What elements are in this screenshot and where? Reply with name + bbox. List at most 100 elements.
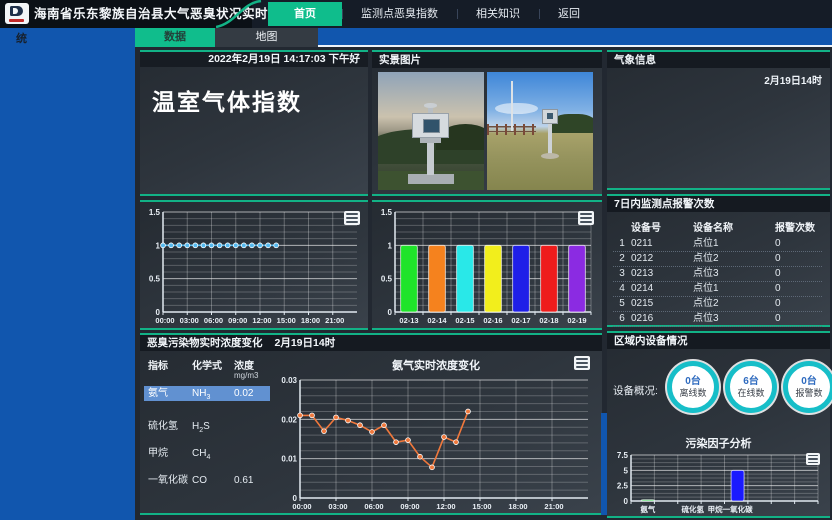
tab-row-underline — [318, 45, 832, 47]
device-no: 0215 — [631, 297, 693, 311]
menu-item-home[interactable]: 首页 — [268, 2, 342, 26]
monitor-screen — [547, 113, 553, 119]
device-no: 0212 — [631, 252, 693, 266]
svg-text:1: 1 — [388, 241, 393, 250]
row-index: 5 — [613, 297, 631, 311]
pollutant-value — [234, 419, 268, 434]
chart-menu-icon[interactable] — [574, 356, 590, 370]
table-row: 5 0215 点位2 0 — [613, 297, 822, 312]
svg-text:0.5: 0.5 — [149, 275, 161, 284]
svg-text:00:00: 00:00 — [292, 502, 311, 511]
row-index: 2 — [613, 252, 631, 266]
svg-text:18:00: 18:00 — [508, 502, 527, 511]
panel-gap-strip — [601, 413, 607, 515]
svg-text:03:00: 03:00 — [328, 502, 347, 511]
pollutant-row-h2s[interactable]: 硫化氢 H2S — [148, 419, 270, 434]
pollution-factor-chart: 02.557.5氨气硫化氢甲烷一氧化碳 — [611, 450, 824, 514]
chart-menu-icon[interactable] — [806, 453, 820, 465]
pollutant-name: 一氧化碳 — [148, 473, 192, 488]
svg-text:一氧化碳: 一氧化碳 — [723, 504, 753, 514]
monitor-pole — [548, 124, 552, 155]
svg-text:0.01: 0.01 — [281, 455, 297, 464]
weather-panel-title: 气象信息 — [607, 52, 830, 68]
pollutant-value: 0.02 — [234, 386, 268, 401]
svg-text:0: 0 — [388, 308, 393, 317]
pollution-factor-chart-title: 污染因子分析 — [607, 435, 830, 451]
alarm-count: 0 — [775, 267, 822, 281]
svg-text:21:00: 21:00 — [325, 316, 344, 325]
svg-text:21:00: 21:00 — [544, 502, 563, 511]
pollutant-value — [234, 446, 268, 461]
current-datetime: 2022年2月19日 14:17:03 下午好 — [140, 52, 368, 67]
device-name: 点位1 — [693, 237, 775, 251]
greenhouse-panel: 2022年2月19日 14:17:03 下午好 温室气体指数 — [140, 50, 368, 196]
alarm-count: 0 — [775, 282, 822, 296]
svg-text:02-14: 02-14 — [427, 316, 447, 325]
svg-text:1.5: 1.5 — [149, 208, 161, 217]
site-photo-dusk — [378, 72, 484, 190]
svg-text:1: 1 — [156, 241, 161, 250]
col-indicator: 指标 — [148, 357, 192, 380]
svg-text:02-19: 02-19 — [567, 316, 586, 325]
monitor-cabinet — [542, 109, 558, 124]
row-index: 1 — [613, 237, 631, 251]
pollutant-row-co[interactable]: 一氧化碳 CO 0.61 — [148, 473, 270, 488]
tab-data[interactable]: 数据 — [135, 28, 215, 47]
svg-text:氨气: 氨气 — [640, 504, 655, 514]
menu-item-odor-index[interactable]: 监测点恶臭指数 — [342, 0, 457, 28]
alarm-count: 0 — [775, 297, 822, 311]
main-menu: 首页 监测点恶臭指数 相关知识 返回 — [268, 0, 599, 28]
alarm-count: 0 — [775, 252, 822, 266]
pollutant-datetime: 2月19日14时 — [275, 335, 336, 351]
svg-text:06:00: 06:00 — [204, 316, 223, 325]
weather-datetime: 2月19日14时 — [607, 68, 830, 87]
menu-item-back[interactable]: 返回 — [539, 0, 599, 28]
svg-text:15:00: 15:00 — [472, 502, 491, 511]
daily-bars-panel: 00.511.502-1302-1402-1502-1602-1702-1802… — [372, 200, 602, 330]
col-formula: 化学式 — [192, 357, 234, 380]
svg-text:2.5: 2.5 — [617, 482, 629, 491]
monitor-antenna — [428, 107, 432, 113]
svg-text:02-17: 02-17 — [511, 316, 530, 325]
pollutant-name: 氨气 — [148, 386, 192, 401]
pollutant-row-ammonia[interactable]: 氨气 NH3 0.02 — [144, 386, 270, 401]
pollutant-row-ch4[interactable]: 甲烷 CH4 — [148, 446, 270, 461]
svg-text:02-18: 02-18 — [539, 316, 558, 325]
greenhouse-line-panel: 00.511.500:0003:0006:0009:0012:0015:0018… — [140, 200, 368, 330]
photo-cloud — [495, 103, 537, 115]
app-title: 海南省乐东黎族自治县大气恶臭状况实时发布系 — [34, 0, 307, 28]
svg-text:02-15: 02-15 — [455, 316, 474, 325]
photo-strip — [372, 68, 602, 194]
pollutant-value: 0.61 — [234, 473, 268, 488]
svg-text:09:00: 09:00 — [228, 316, 247, 325]
alarm-count: 0 — [775, 312, 822, 326]
pollutant-table: 指标 化学式 浓度 mg/m3 氨气 NH3 0.02 硫化氢 H2S 甲烷 C… — [140, 351, 270, 513]
top-navbar: 海南省乐东黎族自治县大气恶臭状况实时发布系 首页 监测点恶臭指数 相关知识 返回 — [0, 0, 832, 28]
logo-mark-icon — [10, 6, 23, 16]
app-title-overflow: 统 — [16, 30, 27, 46]
daily-bars-chart: 00.511.502-1302-1402-1502-1602-1702-1802… — [375, 207, 597, 325]
app-logo — [5, 3, 29, 24]
svg-text:甲烷: 甲烷 — [708, 504, 723, 514]
device-no: 0216 — [631, 312, 693, 326]
pollutant-title-text: 恶臭污染物实时浓度变化 — [147, 335, 263, 351]
device-overview: 设备概况: 0台 离线数 6台 在线数 0台 报警数 — [611, 361, 828, 419]
col-concentration: 浓度 mg/m3 — [234, 357, 268, 380]
alarm-label: 报警数 — [795, 388, 822, 399]
alarm-panel-title: 7日内监测点报警次数 — [607, 196, 830, 212]
chart-menu-icon[interactable] — [344, 211, 360, 225]
photo-light-pole — [511, 81, 513, 131]
svg-text:02-16: 02-16 — [483, 316, 502, 325]
logo-red-text — [9, 19, 24, 22]
svg-text:06:00: 06:00 — [364, 502, 383, 511]
chart-menu-icon[interactable] — [578, 211, 594, 225]
greenhouse-title: 温室气体指数 — [140, 67, 368, 117]
svg-text:03:00: 03:00 — [180, 316, 199, 325]
svg-text:18:00: 18:00 — [301, 316, 320, 325]
ammonia-line-chart: 00.010.020.0300:0003:0006:0009:0012:0015… — [274, 375, 594, 511]
tab-map[interactable]: 地图 — [215, 28, 318, 47]
alarm-count: 0台 — [801, 376, 817, 388]
device-no: 0211 — [631, 237, 693, 251]
menu-item-knowledge[interactable]: 相关知识 — [457, 0, 539, 28]
offline-count-badge: 0台 离线数 — [667, 361, 719, 413]
